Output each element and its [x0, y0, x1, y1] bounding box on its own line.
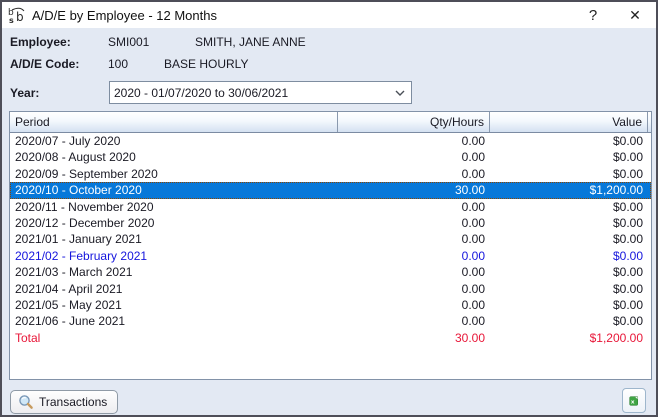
help-button[interactable]: ? [578, 2, 608, 28]
table-row-value: $0.00 [490, 297, 648, 313]
periods-table: Period Qty/Hours Value 2020/07 - July 20… [9, 111, 652, 380]
app-logo-icon: b s b [8, 7, 28, 24]
employee-code: SMI001 [108, 35, 195, 49]
table-row-qty: 0.00 [338, 133, 490, 149]
table-body: 2020/07 - July 20200.00$0.002020/08 - Au… [10, 133, 651, 346]
transactions-button-label: Transactions [39, 395, 107, 409]
table-row-qty: 0.00 [338, 281, 490, 297]
table-row-value: $0.00 [490, 199, 648, 215]
ade-code-label: A/D/E Code: [10, 57, 108, 71]
window-title: A/D/E by Employee - 12 Months [32, 8, 217, 23]
year-label: Year: [10, 86, 39, 100]
table-row-qty: 0.00 [338, 248, 490, 264]
table-row-value: $0.00 [490, 133, 648, 149]
transactions-button[interactable]: Transactions [10, 390, 118, 414]
table-row-value: $1,200.00 [490, 182, 648, 198]
table-row[interactable]: 2020/07 - July 20200.00$0.00 [10, 133, 651, 149]
table-row[interactable]: 2021/02 - February 20210.00$0.00 [10, 248, 651, 264]
table-row-period: 2021/04 - April 2021 [10, 281, 338, 297]
table-row-qty: 0.00 [338, 297, 490, 313]
total-row-period: Total [10, 330, 338, 346]
table-row[interactable]: 2020/08 - August 20200.00$0.00 [10, 149, 651, 165]
table-row-period: 2021/06 - June 2021 [10, 313, 338, 329]
table-row[interactable]: 2021/04 - April 20210.00$0.00 [10, 281, 651, 297]
table-header: Period Qty/Hours Value [10, 112, 651, 133]
chevron-down-icon[interactable] [389, 82, 411, 103]
export-to-excel-button[interactable]: x [622, 388, 646, 413]
table-row[interactable]: 2020/09 - September 20200.00$0.00 [10, 166, 651, 182]
table-row[interactable]: 2020/11 - November 20200.00$0.00 [10, 199, 651, 215]
svg-text:s: s [9, 16, 14, 24]
table-row-qty: 0.00 [338, 199, 490, 215]
magnifier-icon [18, 394, 34, 410]
employee-label: Employee: [10, 35, 108, 49]
dialog-ade-by-employee: b s b A/D/E by Employee - 12 Months ? ✕ … [0, 0, 658, 417]
table-row-value: $0.00 [490, 215, 648, 231]
total-row: Total30.00$1,200.00 [10, 330, 651, 346]
table-row-period: 2021/03 - March 2021 [10, 264, 338, 280]
year-select-value: 2020 - 01/07/2020 to 30/06/2021 [110, 86, 389, 100]
excel-export-icon: x [629, 393, 639, 409]
table-row[interactable]: 2021/05 - May 20210.00$0.00 [10, 297, 651, 313]
svg-text:x: x [631, 399, 635, 405]
table-row-value: $0.00 [490, 149, 648, 165]
column-header-period[interactable]: Period [10, 112, 338, 132]
table-row[interactable]: 2020/12 - December 20200.00$0.00 [10, 215, 651, 231]
table-row-period: 2021/02 - February 2021 [10, 248, 338, 264]
table-row-value: $0.00 [490, 231, 648, 247]
ade-name: BASE HOURLY [164, 57, 248, 71]
table-row-qty: 0.00 [338, 313, 490, 329]
table-row-qty: 0.00 [338, 215, 490, 231]
table-row-value: $0.00 [490, 313, 648, 329]
table-row-value: $0.00 [490, 281, 648, 297]
table-row-qty: 0.00 [338, 166, 490, 182]
total-row-value: $1,200.00 [490, 330, 648, 346]
table-row-period: 2021/05 - May 2021 [10, 297, 338, 313]
table-row-qty: 0.00 [338, 264, 490, 280]
employee-name: SMITH, JANE ANNE [195, 35, 306, 49]
table-row[interactable]: 2021/01 - January 20210.00$0.00 [10, 231, 651, 247]
table-row-period: 2020/12 - December 2020 [10, 215, 338, 231]
table-row-period: 2020/07 - July 2020 [10, 133, 338, 149]
table-row-qty: 0.00 [338, 231, 490, 247]
total-row-qty: 30.00 [338, 330, 490, 346]
table-row-value: $0.00 [490, 166, 648, 182]
table-row[interactable]: 2020/10 - October 202030.00$1,200.00 [10, 182, 651, 198]
table-row-period: 2020/10 - October 2020 [10, 182, 338, 198]
table-row[interactable]: 2021/03 - March 20210.00$0.00 [10, 264, 651, 280]
column-header-qty-hours[interactable]: Qty/Hours [338, 112, 490, 132]
svg-text:b: b [16, 10, 24, 24]
table-row-qty: 0.00 [338, 149, 490, 165]
ade-code-row: A/D/E Code:100BASE HOURLY [10, 57, 248, 71]
close-button[interactable]: ✕ [620, 2, 650, 28]
employee-row: Employee:SMI001SMITH, JANE ANNE [10, 35, 306, 49]
table-row-period: 2020/08 - August 2020 [10, 149, 338, 165]
column-header-value[interactable]: Value [490, 112, 648, 132]
table-row[interactable]: 2021/06 - June 20210.00$0.00 [10, 313, 651, 329]
year-select[interactable]: 2020 - 01/07/2020 to 30/06/2021 [109, 81, 412, 104]
table-row-period: 2020/11 - November 2020 [10, 199, 338, 215]
table-row-value: $0.00 [490, 248, 648, 264]
table-row-period: 2020/09 - September 2020 [10, 166, 338, 182]
ade-code: 100 [108, 57, 164, 71]
table-row-period: 2021/01 - January 2021 [10, 231, 338, 247]
table-row-value: $0.00 [490, 264, 648, 280]
table-row-qty: 30.00 [338, 182, 490, 198]
titlebar: b s b A/D/E by Employee - 12 Months ? ✕ [2, 2, 656, 28]
